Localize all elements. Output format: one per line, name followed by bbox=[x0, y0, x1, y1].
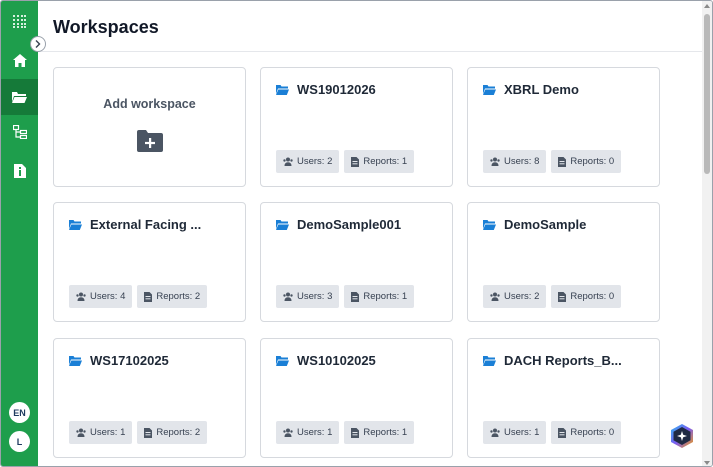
workspace-card[interactable]: DACH Reports_B... Users: 1 Reports: 0 bbox=[467, 338, 660, 458]
home-icon bbox=[12, 53, 27, 67]
sidebar-item-hierarchy[interactable] bbox=[1, 114, 38, 150]
folder-icon bbox=[483, 220, 496, 230]
folder-plus-icon bbox=[137, 130, 163, 152]
users-badge[interactable]: Users: 1 bbox=[483, 421, 547, 444]
reports-badge[interactable]: Reports: 1 bbox=[344, 150, 415, 173]
workspace-card[interactable]: XBRL Demo Users: 8 Reports: 0 bbox=[467, 67, 660, 187]
assistant-button[interactable] bbox=[669, 423, 695, 449]
folder-icon bbox=[483, 85, 496, 95]
workspace-card[interactable]: External Facing ... Users: 4 Reports: 2 bbox=[53, 202, 246, 322]
folder-icon bbox=[69, 356, 82, 366]
reports-badge[interactable]: Reports: 1 bbox=[344, 285, 415, 308]
report-icon bbox=[558, 156, 567, 167]
report-icon bbox=[351, 156, 360, 167]
users-badge[interactable]: Users: 8 bbox=[483, 150, 547, 173]
user-avatar[interactable]: L bbox=[9, 431, 30, 452]
users-icon bbox=[76, 292, 86, 301]
workspace-name: DemoSample001 bbox=[297, 217, 402, 232]
users-icon bbox=[490, 292, 500, 301]
users-badge[interactable]: Users: 1 bbox=[276, 421, 340, 444]
workspace-card[interactable]: DemoSample001 Users: 3 Reports: 1 bbox=[260, 202, 453, 322]
folder-open-icon bbox=[12, 92, 27, 103]
sidebar: EN L bbox=[1, 1, 38, 466]
sitemap-icon bbox=[12, 125, 27, 139]
reports-badge[interactable]: Reports: 0 bbox=[551, 285, 622, 308]
workspace-name: XBRL Demo bbox=[504, 82, 579, 97]
users-badge[interactable]: Users: 2 bbox=[483, 285, 547, 308]
sidebar-item-workspaces[interactable] bbox=[1, 79, 38, 115]
workspace-card[interactable]: WS19012026 Users: 2 Reports: 1 bbox=[260, 67, 453, 187]
scroll-down-arrow-icon[interactable] bbox=[704, 461, 710, 465]
add-workspace-card[interactable]: Add workspace bbox=[53, 67, 246, 187]
users-icon bbox=[76, 428, 86, 437]
users-badge[interactable]: Users: 2 bbox=[276, 150, 340, 173]
users-icon bbox=[283, 157, 293, 166]
folder-icon bbox=[276, 220, 289, 230]
users-icon bbox=[490, 428, 500, 437]
workspace-card[interactable]: WS17102025 Users: 1 Reports: 2 bbox=[53, 338, 246, 458]
info-icon bbox=[13, 164, 26, 178]
report-icon bbox=[144, 427, 153, 438]
users-icon bbox=[283, 292, 293, 301]
header-divider bbox=[38, 51, 702, 52]
page-title: Workspaces bbox=[53, 17, 159, 37]
reports-badge[interactable]: Reports: 2 bbox=[137, 285, 208, 308]
users-icon bbox=[490, 157, 500, 166]
reports-badge[interactable]: Reports: 0 bbox=[551, 150, 622, 173]
report-icon bbox=[351, 291, 360, 302]
reports-badge[interactable]: Reports: 1 bbox=[344, 421, 415, 444]
folder-icon bbox=[483, 356, 496, 366]
workspace-name: DemoSample bbox=[504, 217, 587, 232]
users-badge[interactable]: Users: 1 bbox=[69, 421, 133, 444]
workspace-name: WS10102025 bbox=[297, 353, 376, 368]
grid-icon bbox=[13, 14, 26, 28]
vertical-scrollbar[interactable] bbox=[702, 1, 712, 466]
workspace-name: External Facing ... bbox=[90, 217, 202, 232]
folder-icon bbox=[276, 356, 289, 366]
language-button[interactable]: EN bbox=[9, 402, 30, 423]
workspace-card[interactable]: WS10102025 Users: 1 Reports: 1 bbox=[260, 338, 453, 458]
workspace-name: WS19012026 bbox=[297, 82, 376, 97]
report-icon bbox=[558, 427, 567, 438]
sidebar-toggle-button[interactable] bbox=[30, 36, 46, 52]
add-workspace-label: Add workspace bbox=[103, 97, 196, 111]
report-icon bbox=[351, 427, 360, 438]
workspace-name: DACH Reports_B... bbox=[504, 353, 622, 368]
report-icon bbox=[144, 291, 153, 302]
folder-icon bbox=[276, 85, 289, 95]
chevron-right-icon bbox=[35, 40, 41, 48]
users-icon bbox=[283, 428, 293, 437]
users-badge[interactable]: Users: 4 bbox=[69, 285, 133, 308]
sidebar-item-apps[interactable] bbox=[1, 3, 38, 39]
reports-badge[interactable]: Reports: 2 bbox=[137, 421, 208, 444]
reports-badge[interactable]: Reports: 0 bbox=[551, 421, 622, 444]
report-icon bbox=[558, 291, 567, 302]
sidebar-item-info[interactable] bbox=[1, 153, 38, 189]
users-badge[interactable]: Users: 3 bbox=[276, 285, 340, 308]
folder-icon bbox=[69, 220, 82, 230]
scroll-thumb[interactable] bbox=[704, 14, 710, 174]
scroll-up-arrow-icon[interactable] bbox=[704, 4, 710, 8]
app-window: EN L Workspaces Add workspace WS19012026… bbox=[0, 0, 713, 467]
workspace-card[interactable]: DemoSample Users: 2 Reports: 0 bbox=[467, 202, 660, 322]
workspace-name: WS17102025 bbox=[90, 353, 169, 368]
